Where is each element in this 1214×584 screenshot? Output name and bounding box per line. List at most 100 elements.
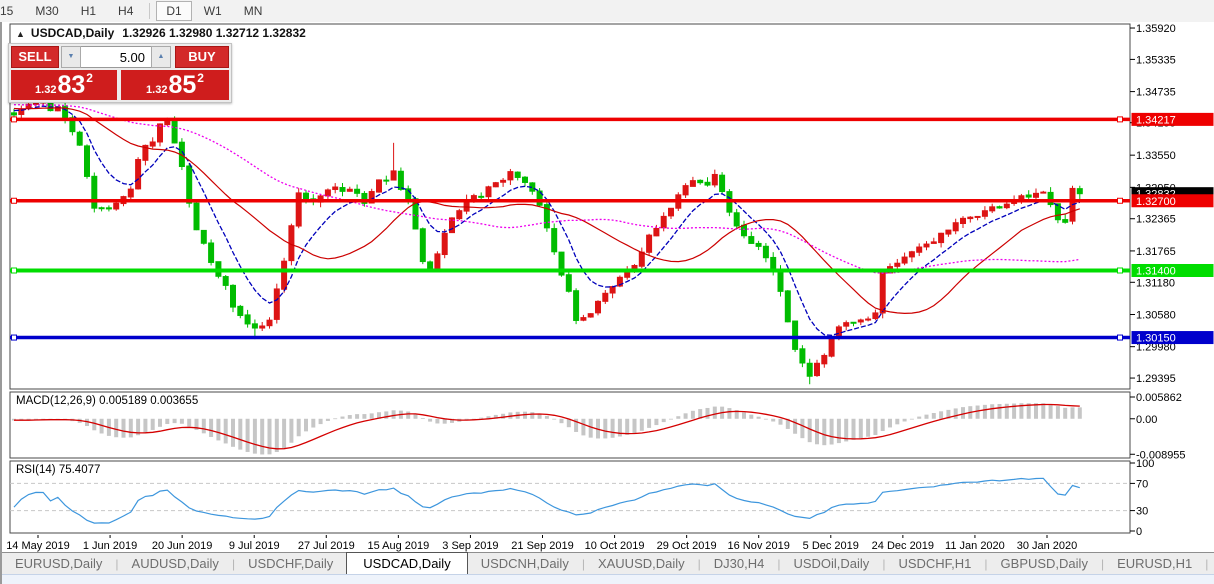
tab-dj30-h4[interactable]: DJ30,H4 xyxy=(701,553,778,574)
candle xyxy=(551,228,558,253)
candle xyxy=(689,180,696,187)
rsi-tick: 30 xyxy=(1136,506,1148,518)
sell-price-big: 83 xyxy=(57,71,86,99)
candle xyxy=(84,145,90,177)
candle xyxy=(799,348,806,364)
date-label: 1 Jun 2019 xyxy=(83,540,137,552)
candle xyxy=(719,174,726,193)
line-handle xyxy=(1117,267,1123,274)
tab-usdchf-daily[interactable]: USDCHF,Daily xyxy=(235,553,346,574)
candle xyxy=(76,131,83,146)
timeframe-button-mn[interactable]: MN xyxy=(234,1,273,21)
candle xyxy=(777,268,784,292)
tab-usdcad-daily[interactable]: USDCAD,Daily xyxy=(346,552,468,574)
candle xyxy=(339,187,346,192)
date-label: 27 Jul 2019 xyxy=(298,540,355,552)
chart-title: ▲ USDCAD,Daily 1.32926 1.32980 1.32712 1.3… xyxy=(16,26,306,42)
buy-button[interactable]: BUY xyxy=(175,46,229,68)
candle xyxy=(397,170,404,190)
toolbar-separator xyxy=(149,3,151,19)
date-label: 24 Dec 2019 xyxy=(872,540,934,552)
price-tick: 1.34735 xyxy=(1136,87,1176,99)
candle xyxy=(522,176,528,183)
candle xyxy=(908,251,915,258)
candle xyxy=(872,312,879,319)
candle xyxy=(1047,191,1054,206)
candle xyxy=(960,217,966,225)
candle xyxy=(923,243,930,248)
tab-eurusd-h1[interactable]: EURUSD,H1 xyxy=(1104,553,1205,574)
date-label: 11 Jan 2020 xyxy=(945,540,1005,552)
line-handle xyxy=(11,197,17,204)
status-bar xyxy=(2,574,1214,584)
date-label: 15 Aug 2019 xyxy=(367,540,429,552)
tab-usdoil-daily[interactable]: USDOil,Daily xyxy=(780,553,882,574)
candle xyxy=(784,290,791,323)
candle xyxy=(609,286,616,294)
timeframe-button-h4[interactable]: H4 xyxy=(108,1,143,21)
volume-input[interactable] xyxy=(81,46,151,68)
date-label: 14 May 2019 xyxy=(6,540,70,552)
timeframe-toolbar: 15 M30 H1 H4 D1 W1 MN xyxy=(0,0,1214,23)
candle xyxy=(981,210,988,217)
price-tick: 1.30580 xyxy=(1136,309,1176,321)
candle xyxy=(668,207,674,217)
tab-gbpaud-h1[interactable]: GBPAUD,H1 xyxy=(1208,553,1214,574)
tab-usdchf-h1[interactable]: USDCHF,H1 xyxy=(885,553,984,574)
timeframe-button-m30[interactable]: M30 xyxy=(25,1,68,21)
price-tick: 1.33550 xyxy=(1136,150,1176,162)
mt4-terminal: 15 M30 H1 H4 D1 W1 MN 1.35920 1.35335 1.34735 1.3… xyxy=(0,0,1214,584)
candle xyxy=(704,181,711,186)
candle xyxy=(595,300,601,314)
candle xyxy=(660,215,667,229)
candle xyxy=(514,171,521,178)
candle xyxy=(843,322,850,327)
collapse-triangle-icon[interactable]: ▲ xyxy=(16,29,25,39)
line-handle xyxy=(11,116,17,123)
candle xyxy=(573,290,580,321)
volume-decrease-icon[interactable]: ▼ xyxy=(61,46,81,68)
price-tick: 1.29395 xyxy=(1136,373,1176,385)
sell-button[interactable]: SELL xyxy=(11,46,59,68)
candle xyxy=(1033,192,1039,198)
volume-stepper: ▼ ▲ xyxy=(61,46,171,68)
candle xyxy=(500,179,507,183)
candle xyxy=(383,179,390,182)
tab-eurusd-daily[interactable]: EURUSD,Daily xyxy=(2,553,115,574)
buy-price-button[interactable]: 1.32 85 2 xyxy=(121,70,229,100)
candle xyxy=(244,314,251,325)
sell-price-prefix: 1.32 xyxy=(35,84,57,96)
timeframe-button-d1[interactable]: D1 xyxy=(156,1,192,21)
macd-tick: 0.005862 xyxy=(1136,392,1182,404)
candle xyxy=(697,179,704,184)
chart-tabs: EURUSD,Daily | AUDUSD,Daily | USDCHF,Daily US… xyxy=(2,552,1214,574)
candle xyxy=(230,284,236,308)
tab-xauusd-daily[interactable]: XAUUSD,Daily xyxy=(585,553,698,574)
date-label: 5 Dec 2019 xyxy=(803,540,859,552)
tab-audusd-daily[interactable]: AUDUSD,Daily xyxy=(119,553,232,574)
timeframe-button-15[interactable]: 15 xyxy=(0,1,23,21)
candle xyxy=(237,305,244,316)
candle xyxy=(580,317,587,321)
candle xyxy=(828,336,835,357)
timeframe-button-h1[interactable]: H1 xyxy=(71,1,106,21)
candle xyxy=(492,182,499,188)
sell-price-button[interactable]: 1.32 83 2 xyxy=(11,70,117,100)
candle xyxy=(470,195,477,200)
tab-gbpusd-daily[interactable]: GBPUSD,Daily xyxy=(988,553,1101,574)
candle xyxy=(273,288,280,320)
candle xyxy=(427,261,434,269)
candle xyxy=(441,232,448,256)
date-label: 10 Oct 2019 xyxy=(585,540,645,552)
rsi-tick: 0 xyxy=(1136,526,1142,538)
tab-usdcnh-daily[interactable]: USDCNH,Daily xyxy=(468,553,582,574)
date-label: 30 Jan 2020 xyxy=(1017,540,1078,552)
volume-increase-icon[interactable]: ▲ xyxy=(151,46,171,68)
date-label: 16 Nov 2019 xyxy=(728,540,790,552)
price-tick: 1.31765 xyxy=(1136,246,1176,258)
candle xyxy=(748,236,755,244)
candle xyxy=(456,210,463,220)
timeframe-button-w1[interactable]: W1 xyxy=(194,1,232,21)
candle xyxy=(602,292,609,302)
candle xyxy=(186,165,193,204)
